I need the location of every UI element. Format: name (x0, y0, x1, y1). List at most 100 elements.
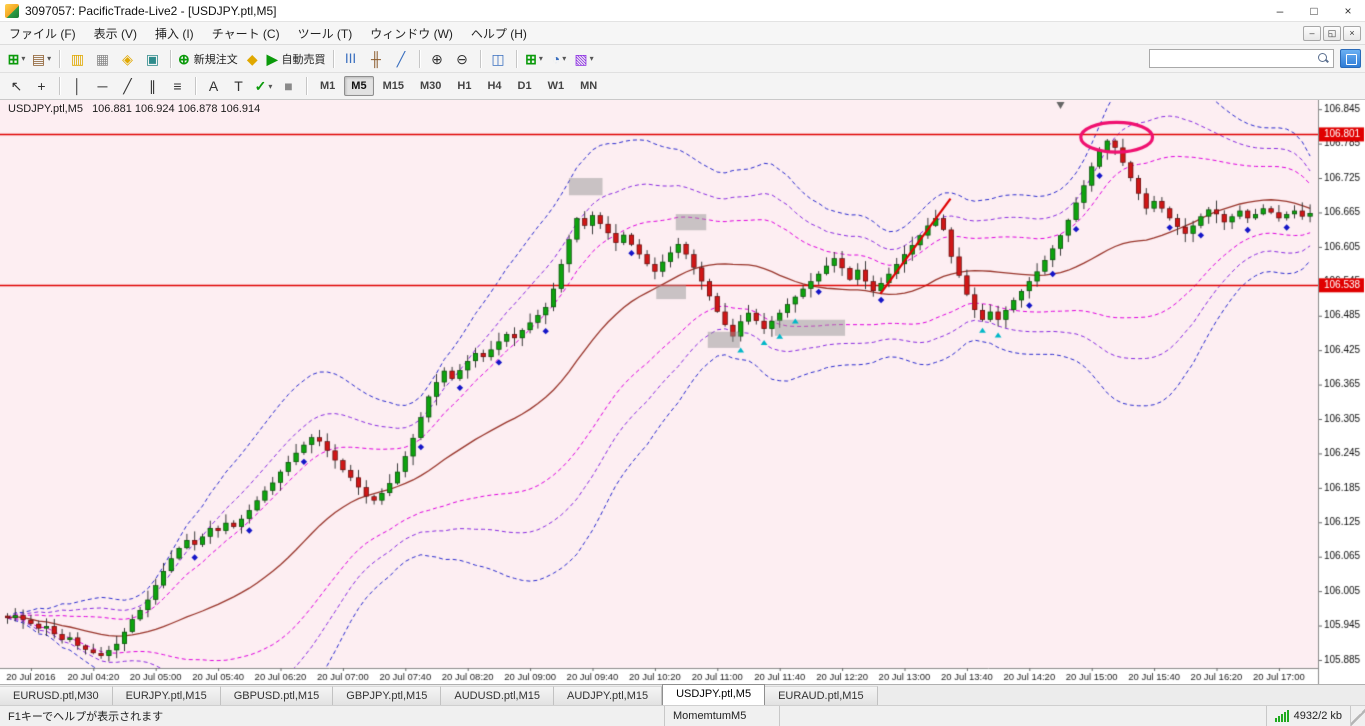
shapes-tool-button[interactable]: ■ (277, 75, 300, 97)
fibonacci-tool-button[interactable]: ≡ (166, 75, 189, 97)
periods-button[interactable]: ◔ ▾ (548, 48, 571, 70)
navigator-button[interactable]: ◈ (116, 48, 139, 70)
line-chart-icon: ╱ (396, 50, 406, 67)
timeframe-m5-button[interactable]: M5 (344, 76, 374, 96)
mdi-window-controls: – ◱ × (1303, 25, 1365, 41)
arrows-tool-button[interactable]: ✓ ▾ (252, 75, 275, 97)
zoom-in-button[interactable]: ⊕ (426, 48, 449, 70)
indicators-button[interactable]: ⊞ ▾ (523, 48, 546, 70)
chevron-down-icon: ▾ (589, 54, 594, 63)
trendline-tool-button[interactable]: ╱ (116, 75, 139, 97)
cursor-tool-button[interactable]: ↖ (5, 75, 28, 97)
app-logo-icon (5, 3, 19, 18)
timeframe-h4-button[interactable]: H4 (480, 76, 508, 96)
chevron-down-icon: ▾ (21, 54, 26, 63)
menu-tools[interactable]: ツール (T) (289, 23, 362, 44)
text-tool-icon: A (208, 78, 219, 94)
title-bar: 3097057: PacificTrade-Live2 - [USDJPY.pt… (0, 0, 1365, 22)
timeframe-h1-button[interactable]: H1 (450, 76, 478, 96)
new-order-icon: ⊕ (178, 50, 190, 67)
timeframe-mn-button[interactable]: MN (573, 76, 604, 96)
auto-trading-label: 自動売買 (281, 53, 326, 66)
chart-tab-eurusd[interactable]: EURUSD.ptl,M30 (0, 686, 113, 705)
main-toolbar: ⊞ ▾ ▤ ▾ ▥ ▦ ◈ ▣ ⊕ 新規注文 ◆ ▶ 自動売買 ||| ╫ ╱ … (0, 45, 1365, 73)
chart-tab-bar: EURUSD.ptl,M30 EURJPY.ptl,M15 GBPUSD.ptl… (0, 684, 1365, 705)
vertical-line-tool-button[interactable]: │ (66, 75, 89, 97)
data-window-button[interactable]: ▦ (91, 48, 114, 70)
menu-view[interactable]: 表示 (V) (85, 23, 146, 44)
close-button[interactable]: × (1331, 0, 1365, 21)
auto-trading-button[interactable]: ▶ 自動売買 (266, 48, 327, 70)
metaeditor-icon: ◆ (246, 50, 258, 67)
chart-tab-euraud[interactable]: EURAUD.ptl,M15 (765, 686, 878, 705)
zoom-out-button[interactable]: ⊖ (451, 48, 474, 70)
chart-tab-gbpjpy[interactable]: GBPJPY.ptl,M15 (333, 686, 442, 705)
new-order-button[interactable]: ⊕ 新規注文 (177, 48, 239, 70)
profiles-button[interactable]: ▤ ▾ (30, 48, 53, 70)
crosshair-tool-button[interactable]: + (30, 75, 53, 97)
menu-insert[interactable]: 挿入 (I) (146, 23, 203, 44)
chart-tab-audusd[interactable]: AUDUSD.ptl,M15 (441, 686, 554, 705)
trendline-icon: ╱ (123, 78, 132, 94)
channel-tool-button[interactable]: ∥ (141, 75, 164, 97)
price-chart[interactable] (0, 100, 1365, 684)
mdi-close-button[interactable]: × (1343, 25, 1361, 41)
search-input[interactable] (1153, 51, 1317, 66)
cursor-icon: ↖ (10, 78, 23, 94)
status-spacer (780, 706, 1266, 726)
separator (515, 49, 517, 68)
label-tool-icon: T (234, 78, 243, 94)
menu-file[interactable]: ファイル (F) (0, 23, 85, 44)
separator (306, 77, 307, 95)
chevron-down-icon: ▾ (268, 81, 273, 91)
market-watch-button[interactable]: ▥ (66, 48, 89, 70)
timeframe-d1-button[interactable]: D1 (511, 76, 539, 96)
horizontal-line-icon: ─ (97, 78, 108, 94)
maximize-button[interactable]: □ (1297, 0, 1331, 21)
mdi-minimize-button[interactable]: – (1303, 25, 1321, 41)
separator (170, 49, 171, 68)
chevron-down-icon: ▾ (562, 54, 567, 63)
separator (59, 77, 60, 95)
market-watch-icon: ▥ (70, 50, 85, 67)
connection-bars-icon (1274, 710, 1289, 722)
timeframe-m15-button[interactable]: M15 (376, 76, 411, 96)
minimize-button[interactable]: – (1263, 0, 1297, 21)
tile-windows-button[interactable]: ◫ (487, 48, 510, 70)
horizontal-line-tool-button[interactable]: ─ (91, 75, 114, 97)
timeframe-m30-button[interactable]: M30 (413, 76, 448, 96)
timeframe-w1-button[interactable]: W1 (541, 76, 572, 96)
mdi-restore-button[interactable]: ◱ (1323, 25, 1341, 41)
indicators-icon: ⊞ (525, 50, 537, 67)
menu-chart[interactable]: チャート (C) (203, 23, 289, 44)
metaeditor-button[interactable]: ◆ (241, 48, 264, 70)
vertical-line-icon: │ (73, 78, 82, 94)
chart-tab-eurjpy[interactable]: EURJPY.ptl,M15 (112, 686, 221, 705)
chart-tab-audjpy[interactable]: AUDJPY.ptl,M15 (553, 686, 663, 705)
candlestick-chart-button[interactable]: ╫ (365, 48, 388, 70)
chart-region: USDJPY.ptl,M5 106.881 106.924 106.878 10… (0, 100, 1365, 684)
search-icon[interactable] (1317, 52, 1330, 65)
separator (332, 49, 334, 68)
separator (59, 49, 60, 68)
chart-tab-usdjpy[interactable]: USDJPY.ptl,M5 (662, 684, 766, 705)
terminal-button[interactable]: ▣ (141, 48, 164, 70)
templates-button[interactable]: ▧ ▾ (573, 48, 596, 70)
zoom-out-icon: ⊖ (456, 50, 468, 67)
timeframe-m1-button[interactable]: M1 (313, 76, 342, 96)
label-tool-button[interactable]: T (227, 75, 250, 97)
text-tool-button[interactable]: A (202, 75, 225, 97)
bar-chart-button[interactable]: ||| (340, 48, 363, 70)
menu-window[interactable]: ウィンドウ (W) (361, 23, 462, 44)
resize-grip[interactable] (1351, 706, 1365, 726)
new-chart-button[interactable]: ⊞ ▾ (5, 48, 28, 70)
new-chart-icon: ⊞ (7, 50, 20, 67)
chevron-down-icon: ▾ (47, 54, 52, 63)
mql5-community-button[interactable] (1340, 49, 1361, 68)
candlestick-chart-icon: ╫ (371, 50, 381, 67)
line-chart-button[interactable]: ╱ (390, 48, 413, 70)
periods-icon: ◔ (551, 50, 561, 67)
chart-tab-gbpusd[interactable]: GBPUSD.ptl,M15 (220, 686, 334, 705)
menu-help[interactable]: ヘルプ (H) (462, 23, 536, 44)
profiles-icon: ▤ (31, 50, 46, 67)
